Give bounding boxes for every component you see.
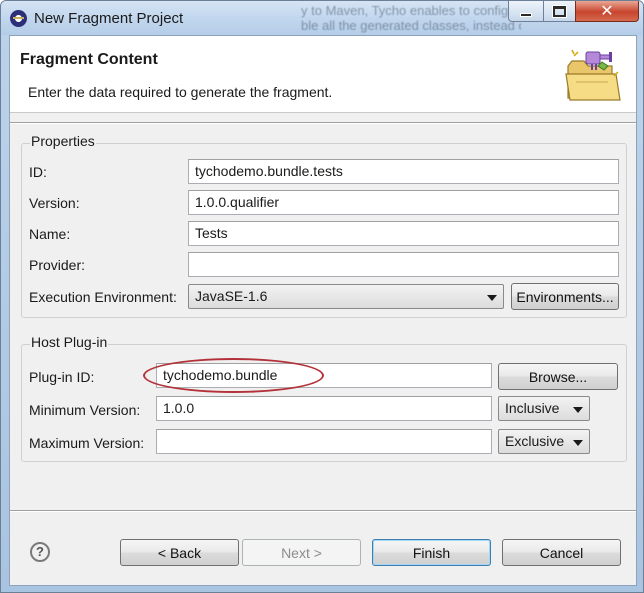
provider-field[interactable] <box>188 252 619 277</box>
minimum-version-field[interactable]: 1.0.0 <box>156 396 492 421</box>
browse-button[interactable]: Browse... <box>498 363 618 390</box>
next-button[interactable]: Next > <box>242 539 361 566</box>
annotation-highlight-ellipse <box>143 358 324 393</box>
minimize-icon <box>520 13 532 17</box>
minimize-button[interactable] <box>508 1 544 22</box>
name-field[interactable]: Tests <box>188 221 619 246</box>
minimum-version-mode-select[interactable]: Inclusive <box>498 396 590 421</box>
background-window-text: y to Maven, Tycho enables to configure b… <box>301 3 521 33</box>
properties-group-title: Properties <box>30 133 96 149</box>
folder-plugin-icon <box>565 49 621 101</box>
separator <box>10 122 636 124</box>
id-field[interactable]: tychodemo.bundle.tests <box>188 159 619 184</box>
properties-group: Properties ID: tychodemo.bundle.tests Ve… <box>21 133 627 318</box>
wizard-window: New Fragment Project y to Maven, Tycho e… <box>0 0 644 593</box>
environments-button[interactable]: Environments... <box>511 283 619 310</box>
finish-button[interactable]: Finish <box>372 539 491 566</box>
name-label: Name: <box>29 226 71 242</box>
title-bar: New Fragment Project y to Maven, Tycho e… <box>1 1 643 35</box>
page-description: Enter the data required to generate the … <box>28 84 333 100</box>
chevron-down-icon <box>573 407 583 413</box>
execution-environment-label: Execution Environment: <box>29 289 177 305</box>
background-text-line: y to Maven, Tycho enables to configure <box>301 3 521 18</box>
wizard-client-area: Fragment Content Enter the data required… <box>9 35 637 586</box>
version-field[interactable]: 1.0.0.qualifier <box>188 190 619 215</box>
maximize-icon <box>552 4 567 18</box>
maximum-version-field[interactable] <box>156 429 492 454</box>
help-icon[interactable]: ? <box>30 542 50 562</box>
minimum-version-label: Minimum Version: <box>29 402 141 418</box>
close-icon: ✕ <box>600 3 614 20</box>
host-plugin-group-title: Host Plug-in <box>30 334 109 350</box>
maximum-version-mode-select[interactable]: Exclusive <box>498 429 590 454</box>
back-button[interactable]: < Back <box>120 539 239 566</box>
footer-separator <box>10 510 636 512</box>
id-label: ID: <box>29 164 47 180</box>
provider-label: Provider: <box>29 257 86 273</box>
plugin-id-label: Plug-in ID: <box>29 369 95 385</box>
maximize-button[interactable] <box>543 1 576 22</box>
maximum-version-mode-value: Exclusive <box>505 433 565 449</box>
cancel-button[interactable]: Cancel <box>502 539 621 566</box>
execution-environment-value: JavaSE-1.6 <box>195 288 268 304</box>
execution-environment-select[interactable]: JavaSE-1.6 <box>188 284 504 309</box>
host-plugin-group: Host Plug-in Plug-in ID: tychodemo.bundl… <box>21 334 627 462</box>
close-button[interactable]: ✕ <box>575 1 639 22</box>
version-label: Version: <box>29 195 80 211</box>
minimum-version-mode-value: Inclusive <box>505 400 560 416</box>
chevron-down-icon <box>573 440 583 446</box>
page-title: Fragment Content <box>20 51 158 68</box>
eclipse-icon <box>10 10 27 27</box>
wizard-banner: Fragment Content Enter the data required… <box>10 36 636 113</box>
chevron-down-icon <box>487 295 497 301</box>
window-title: New Fragment Project <box>34 10 184 27</box>
maximum-version-label: Maximum Version: <box>29 435 145 451</box>
background-text-line: ble all the generated classes, instead o… <box>301 18 521 33</box>
